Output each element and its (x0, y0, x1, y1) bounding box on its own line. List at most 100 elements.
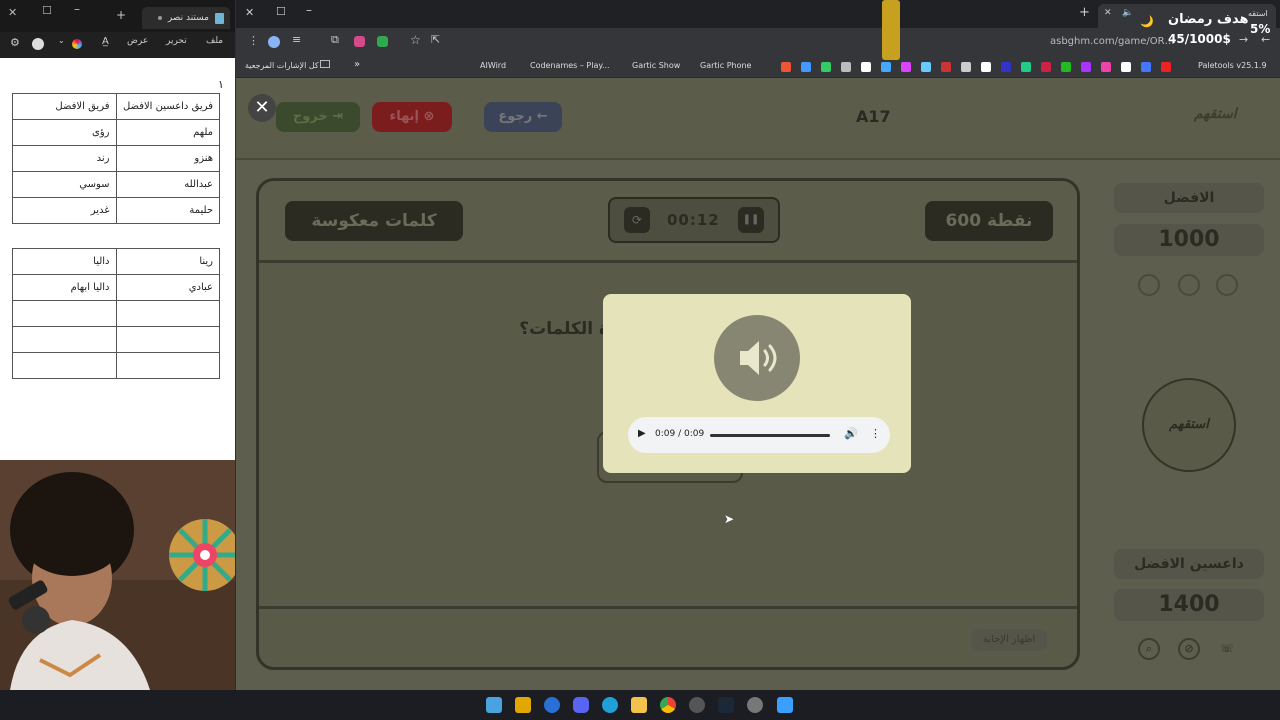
profile-avatar-icon[interactable] (268, 36, 280, 48)
bookmark-favicon-icon[interactable] (1161, 62, 1171, 72)
lifeline-hand-icon[interactable] (1178, 274, 1200, 296)
bookmark-favicon-icon[interactable] (861, 62, 871, 72)
mute-tab-icon[interactable]: 🔈 (1122, 8, 1133, 18)
close-window-icon[interactable]: ✕ (8, 6, 17, 19)
rockstar-taskbar-icon[interactable] (515, 697, 531, 713)
settings-icon[interactable]: ⚙ (10, 36, 20, 49)
bookmark-favicon-icon[interactable] (1061, 62, 1071, 72)
menu-edit[interactable]: تحرير (166, 36, 187, 46)
new-tab-icon[interactable]: + (116, 8, 126, 22)
table-cell[interactable] (115, 326, 220, 353)
table-cell[interactable]: غدير (12, 197, 117, 224)
exit-button[interactable]: خروج ⇥ (276, 102, 360, 132)
more-bookmarks-icon[interactable]: » (354, 59, 360, 70)
bookmark-icons-row[interactable] (781, 62, 1186, 72)
bookmark-gartic-phone[interactable]: Gartic Phone (700, 61, 751, 70)
table-cell[interactable] (115, 300, 220, 327)
maximize-icon[interactable]: ☐ (42, 4, 52, 17)
bookmark-favicon-icon[interactable] (841, 62, 851, 72)
bookmark-codenames[interactable]: Codenames – Play... (530, 61, 610, 70)
close-modal-button[interactable]: ✕ (248, 94, 276, 122)
minimize-icon[interactable]: – (306, 3, 312, 17)
close-window-icon[interactable]: ✕ (245, 6, 254, 19)
settings-taskbar-icon[interactable] (747, 697, 763, 713)
lifeline-phone-icon[interactable]: ☏ (1216, 638, 1238, 660)
table-cell[interactable]: سوسي (12, 171, 117, 198)
reading-list-icon[interactable]: ≡ (292, 33, 301, 46)
table-cell[interactable] (12, 352, 117, 379)
obs-taskbar-icon[interactable] (689, 697, 705, 713)
table-cell[interactable]: داليا (12, 248, 117, 275)
table-cell[interactable]: داليا ابهام (12, 274, 117, 301)
extension-shield-icon[interactable] (377, 36, 388, 47)
all-bookmarks[interactable]: كل الإشارات المرجعية (245, 61, 319, 70)
volume-icon[interactable]: 🔊 (844, 427, 858, 440)
extensions-icon[interactable]: ⧉ (331, 33, 339, 47)
table-cell[interactable]: رينا (115, 248, 220, 275)
chrome-taskbar-icon[interactable] (660, 697, 676, 713)
notepad-tab[interactable]: مستند نصر (142, 7, 230, 29)
steam-taskbar-icon[interactable] (718, 697, 734, 713)
close-tab-icon[interactable]: ✕ (1104, 8, 1112, 18)
bookmark-favicon-icon[interactable] (941, 62, 951, 72)
notepad-taskbar-icon[interactable] (486, 697, 502, 713)
chevron-down-icon[interactable]: ⌄ (58, 36, 65, 45)
lifeline-search-icon[interactable]: ⌕ (1138, 638, 1160, 660)
bookmark-favicon-icon[interactable] (1041, 62, 1051, 72)
discord-taskbar-icon[interactable] (573, 697, 589, 713)
back-button[interactable]: رجوع ← (484, 102, 562, 132)
windows-start-icon[interactable] (777, 697, 793, 713)
team-top-score[interactable]: 1000 (1114, 224, 1264, 256)
maximize-icon[interactable]: ☐ (276, 5, 286, 18)
table-cell[interactable]: حليمة (115, 197, 220, 224)
pause-button[interactable]: ❚❚ (738, 207, 764, 233)
audio-player[interactable]: ▶ 0:09 / 0:09 🔊 ⋮ (628, 417, 890, 453)
bookmark-favicon-icon[interactable] (881, 62, 891, 72)
team-bottom-score[interactable]: 1400 (1114, 589, 1264, 621)
reset-timer-button[interactable]: ⟳ (624, 207, 650, 233)
table-cell[interactable]: عبادي (115, 274, 220, 301)
edge-dev-taskbar-icon[interactable] (544, 697, 560, 713)
share-icon[interactable]: ⇱ (431, 33, 440, 46)
table-cell[interactable]: فريق داعسين الافضل (115, 93, 220, 120)
bookmark-favicon-icon[interactable] (921, 62, 931, 72)
bookmark-favicon-icon[interactable] (961, 62, 971, 72)
table-cell[interactable]: عبدالله (115, 171, 220, 198)
extension-pink-icon[interactable] (354, 36, 365, 47)
edge-taskbar-icon[interactable] (602, 697, 618, 713)
bookmark-favicon-icon[interactable] (1121, 62, 1131, 72)
bookmark-favicon-icon[interactable] (821, 62, 831, 72)
bookmark-favicon-icon[interactable] (901, 62, 911, 72)
end-game-button[interactable]: إنهاء ⊗ (372, 102, 452, 132)
table-cell[interactable]: فريق الافضل (12, 93, 117, 120)
minimize-icon[interactable]: – (74, 2, 80, 16)
new-tab-button[interactable]: + (1079, 5, 1090, 20)
bookmark-aiwird[interactable]: AIWird (480, 61, 506, 70)
table-cell[interactable] (12, 326, 117, 353)
teams-table[interactable]: فريق داعسين الافضل فريق الافضل ملهم رؤى هنزو… (12, 93, 220, 224)
bookmark-gartic-show[interactable]: Gartic Show (632, 61, 680, 70)
more-options-icon[interactable]: ⋮ (870, 427, 881, 440)
show-answer-button[interactable]: اظهار الإجابة (971, 629, 1047, 651)
bookmark-favicon-icon[interactable] (1081, 62, 1091, 72)
audio-seek-track[interactable] (710, 434, 830, 437)
bookmark-favicon-icon[interactable] (981, 62, 991, 72)
table-cell[interactable]: هنزو (115, 145, 220, 172)
bookmark-favicon-icon[interactable] (1021, 62, 1031, 72)
lifeline-search-icon[interactable] (1138, 274, 1160, 296)
account-avatar-icon[interactable] (32, 38, 44, 50)
lifeline-block-icon[interactable]: ⊘ (1178, 638, 1200, 660)
more-menu-icon[interactable]: ⋮ (248, 34, 259, 47)
teams-table-2[interactable]: رينا داليا عبادي داليا ابهام (12, 248, 220, 379)
table-cell[interactable]: رند (12, 145, 117, 172)
bookmark-favicon-icon[interactable] (781, 62, 791, 72)
bookmark-favicon-icon[interactable] (801, 62, 811, 72)
table-cell[interactable] (12, 300, 117, 327)
file-explorer-taskbar-icon[interactable] (631, 697, 647, 713)
text-format-icon[interactable]: A̲ (102, 36, 109, 47)
table-cell[interactable]: رؤى (12, 119, 117, 146)
bookmark-favicon-icon[interactable] (1101, 62, 1111, 72)
play-icon[interactable]: ▶ (638, 428, 646, 439)
lifeline-phone-icon[interactable] (1216, 274, 1238, 296)
table-cell[interactable] (115, 352, 220, 379)
